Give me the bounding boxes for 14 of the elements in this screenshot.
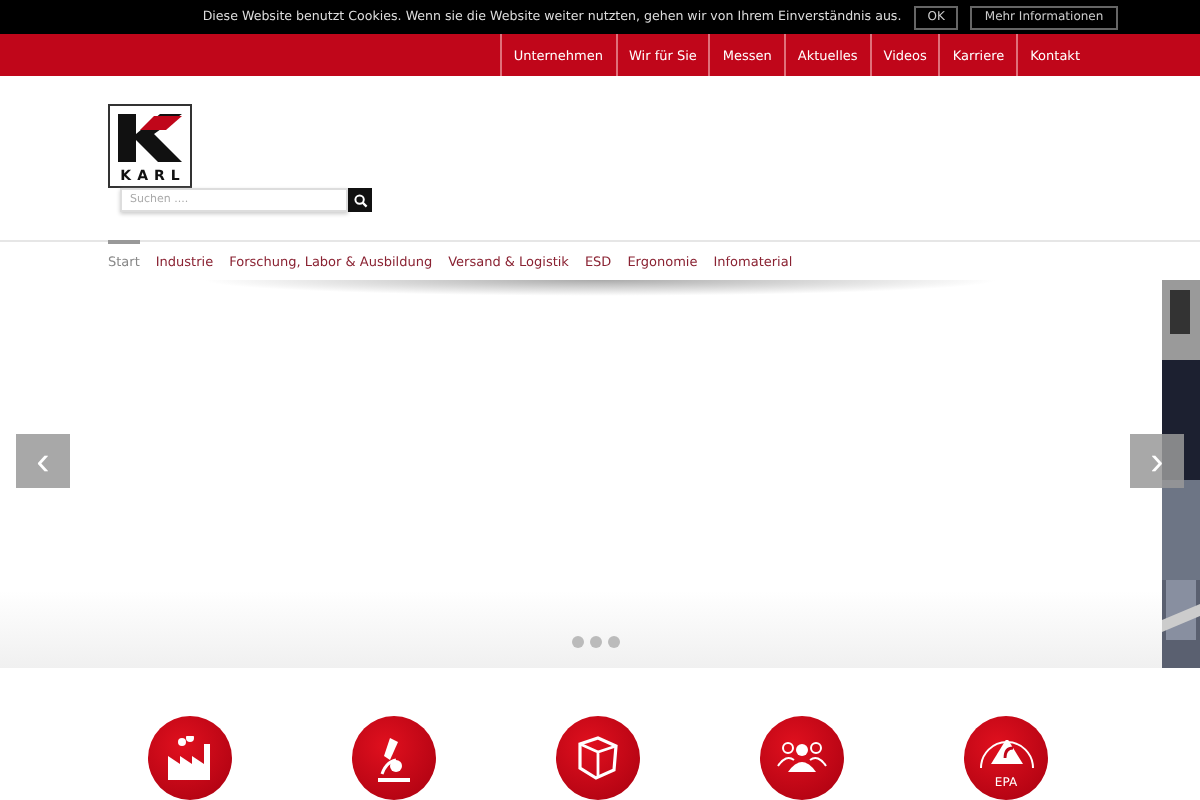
search-icon bbox=[353, 193, 367, 207]
factory-category-button[interactable] bbox=[148, 716, 232, 800]
people-icon bbox=[776, 742, 828, 774]
box-icon bbox=[578, 736, 618, 780]
box-category-button[interactable] bbox=[556, 716, 640, 800]
factory-icon bbox=[168, 736, 212, 780]
slide-dot[interactable] bbox=[608, 636, 620, 648]
microscope-icon bbox=[377, 735, 411, 781]
slide-dot[interactable] bbox=[590, 636, 602, 648]
esd-icon bbox=[979, 740, 1033, 770]
microscope-category-button[interactable] bbox=[352, 716, 436, 800]
people-category-button[interactable] bbox=[760, 716, 844, 800]
search-button[interactable] bbox=[348, 188, 372, 212]
slide-dot[interactable] bbox=[572, 636, 584, 648]
